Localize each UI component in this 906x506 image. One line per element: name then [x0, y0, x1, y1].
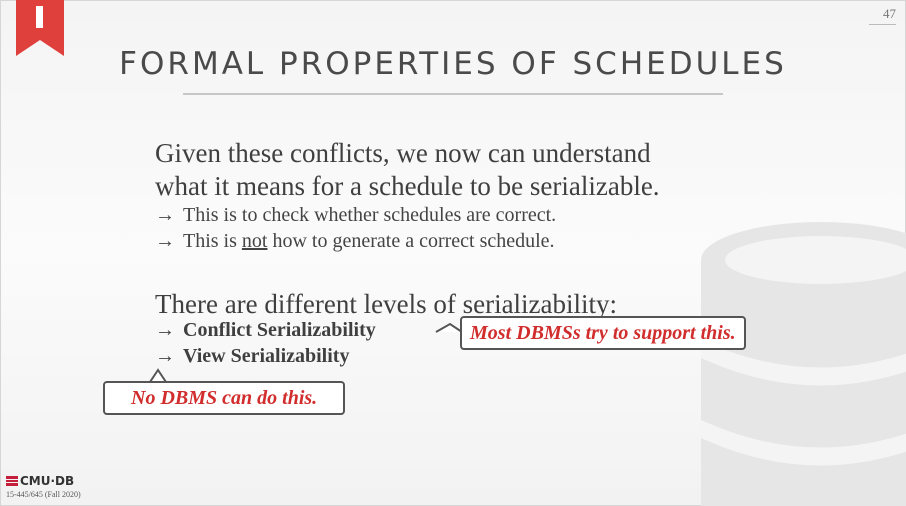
bullet-not-generate: → This is not how to generate a correct s…: [155, 228, 555, 254]
bullet-text-not: not: [241, 230, 268, 252]
arrow-icon: →: [155, 345, 175, 367]
bullet-conflict-serializability: → Conflict Serializability: [155, 317, 376, 343]
course-label: 15-445/645 (Fall 2020): [6, 490, 81, 499]
title-divider: [183, 93, 723, 95]
bullet-text: View Serializability: [183, 345, 350, 367]
lead-text-1a: Given these conflicts, we now can unders…: [155, 138, 651, 168]
bullet-text: This is to check whether schedules are c…: [183, 204, 557, 226]
logo-text: CMU·DB: [20, 474, 75, 488]
bullet-text: Conflict Serializability: [183, 319, 376, 341]
slide-title: FORMAL PROPERTIES OF SCHEDULES: [119, 46, 787, 82]
bullet-text-pre: This is: [183, 230, 242, 252]
bullet-check-correct: → This is to check whether schedules are …: [155, 202, 556, 228]
arrow-icon: →: [155, 204, 175, 226]
lead-text-1b: what it means for a schedule to be seria…: [155, 171, 660, 201]
callout-most-dbms: Most DBMSs try to support this.: [460, 316, 746, 350]
arrow-icon: →: [155, 319, 175, 341]
callout-no-dbms: No DBMS can do this.: [103, 381, 346, 415]
cmu-db-logo: CMU·DB: [6, 474, 74, 488]
bullet-text-post: how to generate a correct schedule.: [267, 230, 555, 252]
arrow-icon: →: [155, 230, 175, 252]
database-icon: [701, 222, 906, 506]
page-number: 47: [869, 6, 896, 25]
cmu-db-logo-icon: [6, 476, 18, 486]
bullet-view-serializability: → View Serializability: [155, 343, 349, 369]
